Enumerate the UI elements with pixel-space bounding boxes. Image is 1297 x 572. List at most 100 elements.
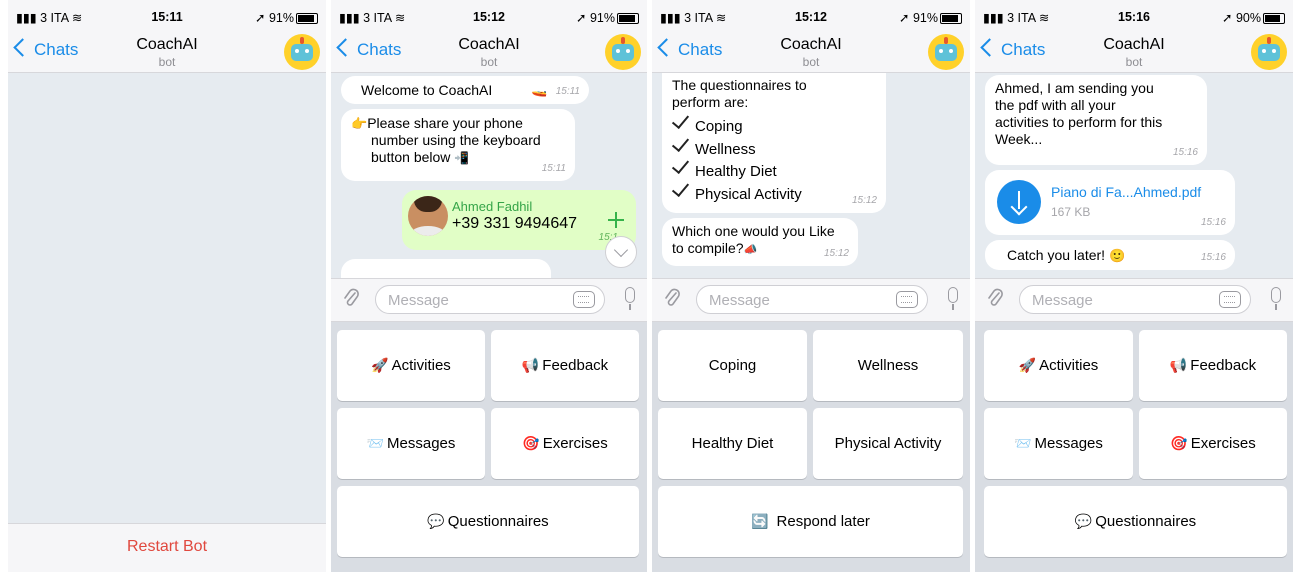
contact-phone: +39 331 9494647	[452, 215, 578, 232]
keyboard-toggle-icon[interactable]	[896, 291, 918, 308]
rocket-icon: 🚀	[1018, 357, 1037, 373]
key-label: Messages	[387, 435, 456, 452]
bot-avatar[interactable]	[1251, 34, 1287, 70]
contact-photo	[408, 196, 448, 236]
key-label: Wellness	[857, 357, 919, 374]
phone-emoji: 📲	[454, 151, 470, 165]
target-icon: 🎯	[1170, 435, 1188, 451]
envelope-icon: 📨	[1014, 435, 1032, 451]
feedback-key[interactable]: 📢 Feedback	[1139, 330, 1287, 401]
message-sending-pdf: Ahmed, I am sending you the pdf with all…	[985, 75, 1207, 165]
attachment-icon[interactable]	[343, 287, 359, 309]
key-label: Questionnaires	[1095, 513, 1197, 530]
bot-avatar[interactable]	[605, 34, 641, 70]
questionnaires-key[interactable]: 💬 Questionnaires	[984, 486, 1287, 557]
questionnaires-key[interactable]: 💬 Questionnaires	[337, 486, 639, 557]
message-time: 15:16	[1200, 217, 1226, 228]
point-right-emoji: 👉	[351, 116, 368, 131]
add-contact-icon[interactable]	[608, 212, 624, 228]
battery-icon	[617, 13, 639, 25]
chat-title: CoachAI	[458, 36, 520, 53]
contact-message[interactable]: Ahmed Fadhil +39 331 9494647 15:1	[402, 190, 636, 250]
battery-icon	[296, 13, 318, 25]
key-label: Coping	[708, 357, 757, 374]
bot-avatar[interactable]	[928, 34, 964, 70]
smile-emoji: 🙂	[1108, 248, 1126, 263]
message-line: perform are:	[672, 94, 749, 110]
key-label: Feedback	[542, 357, 609, 374]
feedback-key[interactable]: 📢 Feedback	[491, 330, 639, 401]
refresh-icon: 🔄	[751, 513, 769, 529]
bot-avatar[interactable]	[284, 34, 320, 70]
contact-name: Ahmed Fadhil	[452, 199, 533, 214]
input-bar: Message	[975, 278, 1293, 322]
message-input[interactable]: Message	[696, 285, 928, 314]
messages-key[interactable]: 📨 Messages	[984, 408, 1133, 479]
message-questionnaire-list: The questionnaires to perform are: Copin…	[662, 73, 886, 213]
target-icon: 🎯	[522, 435, 540, 451]
message-time: 15:16	[1200, 252, 1226, 263]
message-time: 15:12	[823, 248, 849, 259]
checkmark-icon	[671, 110, 690, 130]
megaphone-emoji: 📣	[743, 244, 758, 256]
keyboard-toggle-icon[interactable]	[1219, 291, 1241, 308]
status-bar: ▮▮▮ 3 ITA ≋ 15:12 ➚ 91%	[652, 0, 970, 34]
message-input[interactable]: Message	[375, 285, 605, 314]
activities-key[interactable]: 🚀 Activities	[984, 330, 1133, 401]
chat-title: CoachAI	[1103, 36, 1165, 53]
questionnaire-list: Coping Wellness Healthy Diet Physical Ac…	[671, 110, 876, 205]
message-line: number using the keyboard	[371, 132, 541, 148]
rocket-icon: 🚀	[371, 357, 389, 373]
key-label: Respond later	[776, 513, 870, 530]
key-label: Healthy Diet	[691, 435, 774, 452]
physical-activity-key[interactable]: Physical Activity	[813, 408, 963, 479]
exercises-key[interactable]: 🎯 Exercises	[1139, 408, 1287, 479]
battery-indicator: ➚ 91%	[899, 10, 962, 25]
screen-2: ▮▮▮ 3 ITA ≋ 15:12 ➚ 91% Chats CoachAI bo…	[331, 0, 647, 572]
envelope-icon: 📨	[366, 435, 385, 451]
nav-bar: Chats CoachAI bot	[8, 34, 326, 73]
nav-bar: Chats CoachAI bot	[331, 34, 647, 73]
bot-keyboard: Coping Wellness Healthy Diet Physical Ac…	[652, 322, 970, 572]
status-bar: ▮▮▮ 3 ITA ≋ 15:16 ➚ 90%	[975, 0, 1293, 34]
download-icon[interactable]	[997, 180, 1041, 224]
key-label: Activities	[1039, 357, 1099, 374]
file-name: Piano di Fa...Ahmed.pdf	[1051, 184, 1202, 200]
healthy-diet-key[interactable]: Healthy Diet	[658, 408, 807, 479]
file-message[interactable]: Piano di Fa...Ahmed.pdf 167 KB 15:16	[985, 170, 1235, 235]
scroll-down-button[interactable]	[605, 236, 637, 268]
message-line: the pdf with all your	[995, 97, 1116, 113]
attachment-icon[interactable]	[664, 287, 680, 309]
key-label: Questionnaires	[447, 513, 549, 530]
battery-indicator: ➚ 91%	[576, 10, 639, 25]
microphone-icon[interactable]	[948, 287, 958, 310]
wellness-key[interactable]: Wellness	[813, 330, 963, 401]
message-line: Please share your phone	[367, 115, 523, 131]
keyboard-toggle-icon[interactable]	[573, 291, 595, 308]
status-bar: ▮▮▮ 3 ITA ≋ 15:11 ➚ 91%	[8, 0, 326, 34]
chat-subtitle: bot	[158, 55, 176, 69]
bot-keyboard: 🚀 Activities 📢 Feedback 📨 Messages 🎯 Exercis…	[331, 322, 647, 572]
restart-bot-button[interactable]: Restart Bot	[8, 523, 326, 572]
message-share-phone: 👉Please share your phone number using th…	[341, 109, 575, 181]
battery-indicator: ➚ 91%	[255, 10, 318, 25]
microphone-icon[interactable]	[1271, 287, 1281, 310]
message-input[interactable]: Message	[1019, 285, 1251, 314]
message-text: Catch you later!	[1007, 247, 1106, 263]
speech-bubble-icon: 💬	[427, 513, 445, 529]
message-welcome: Welcome to CoachAI 🚤 15:11	[341, 76, 589, 104]
message-placeholder: Message	[709, 292, 770, 309]
screen-4: ▮▮▮ 3 ITA ≋ 15:16 ➚ 90% Chats CoachAI bo…	[975, 0, 1293, 572]
message-line: Ahmed, I am sending you	[995, 80, 1154, 96]
list-item: Healthy Diet	[671, 155, 876, 183]
microphone-icon[interactable]	[625, 287, 635, 310]
messages-key[interactable]: 📨 Messages	[337, 408, 485, 479]
coping-key[interactable]: Coping	[658, 330, 807, 401]
message-line: Which one would you Like	[672, 223, 835, 239]
exercises-key[interactable]: 🎯 Exercises	[491, 408, 639, 479]
attachment-icon[interactable]	[987, 287, 1003, 309]
message-which-one: Which one would you Like to compile?📣 15…	[662, 218, 858, 266]
megaphone-icon: 📢	[1169, 357, 1188, 373]
activities-key[interactable]: 🚀 Activities	[337, 330, 485, 401]
respond-later-key[interactable]: 🔄 Respond later	[658, 486, 963, 557]
